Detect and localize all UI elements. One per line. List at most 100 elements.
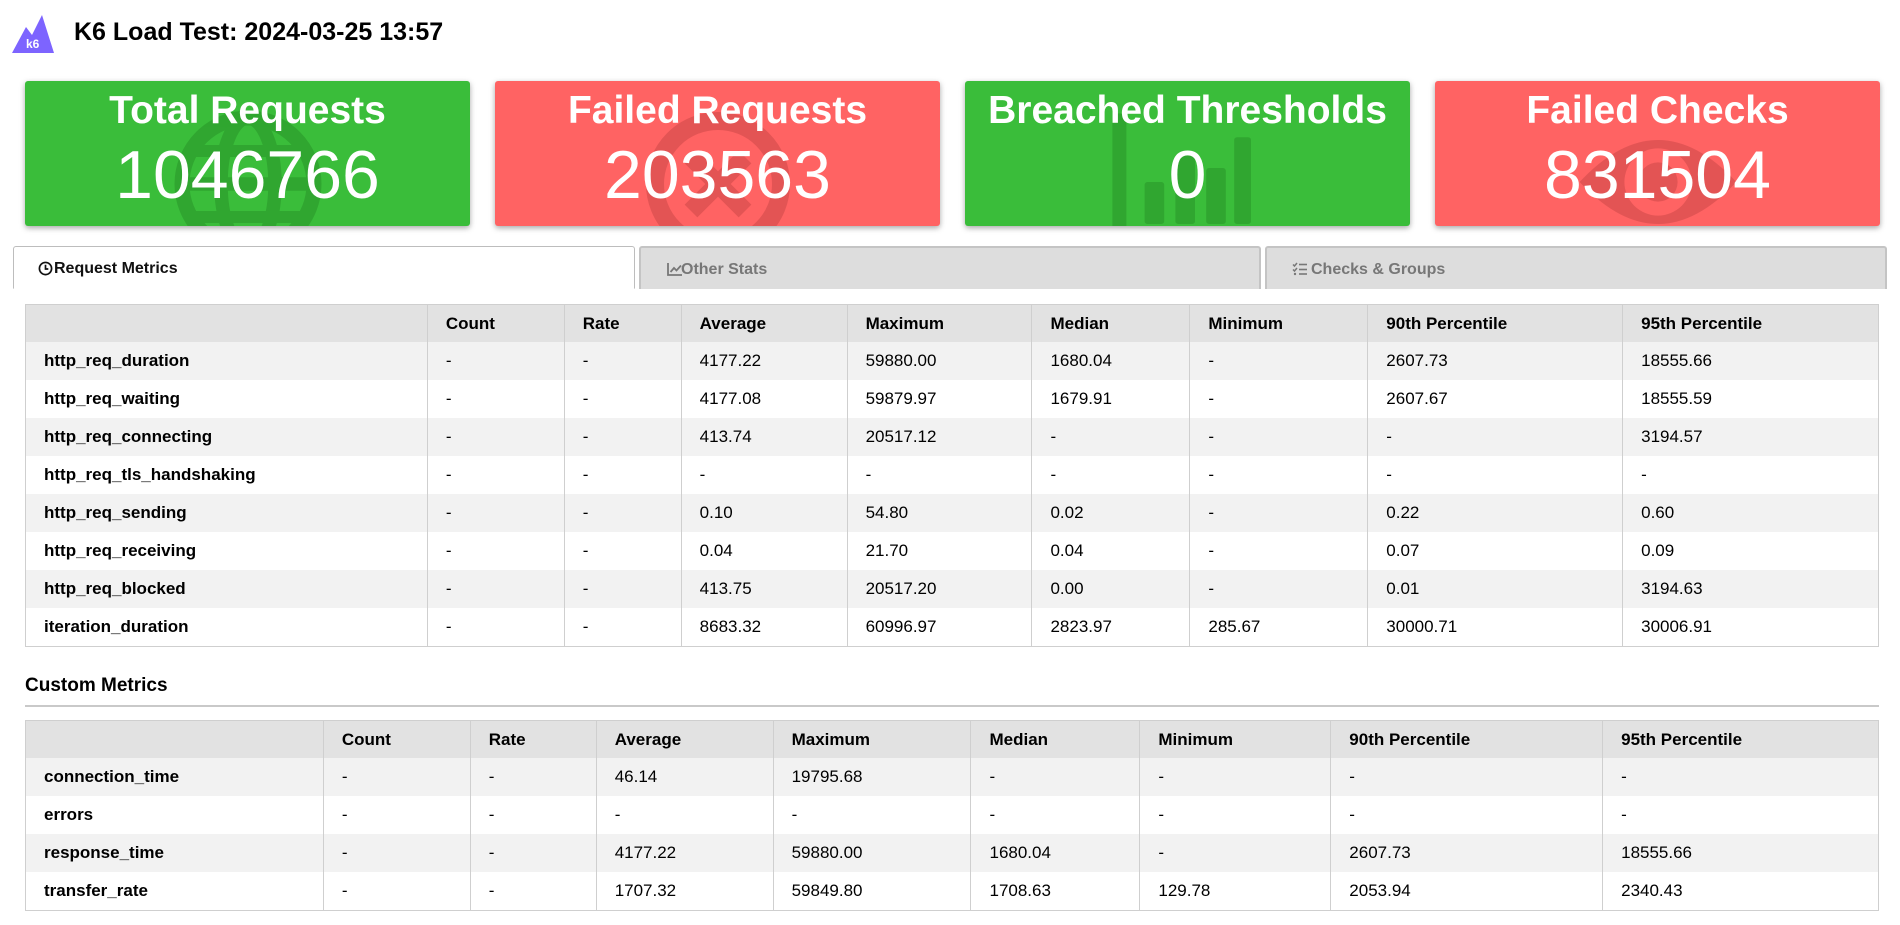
table-cell: 3194.63 [1622,570,1879,608]
table-cell: 1680.04 [1031,342,1190,380]
table-row: iteration_duration - - 8683.32 60996.97 … [25,608,1879,647]
table-cell: - [563,570,682,608]
table-cell: 1708.63 [970,872,1140,911]
table-cell: - [563,494,682,532]
table-cell: 54.80 [846,494,1032,532]
card-value: 831504 [1544,137,1771,213]
tab-request-metrics[interactable]: Request Metrics [13,246,635,289]
table-row: http_req_waiting - - 4177.08 59879.97 16… [25,380,1879,418]
custom-metrics-heading: Custom Metrics [25,674,1879,707]
table-cell: - [469,872,597,911]
table-cell: - [1139,758,1331,796]
table-cell: 4177.22 [680,342,848,380]
table-cell: 2607.67 [1367,380,1623,418]
table-cell: 21.70 [846,532,1032,570]
table-cell: 0.02 [1031,494,1190,532]
table-cell: - [970,758,1140,796]
table-cell: 4177.08 [680,380,848,418]
table-cell: - [1367,456,1623,494]
table-cell: - [1622,456,1879,494]
table-row: http_req_sending - - 0.10 54.80 0.02 - 0… [25,494,1879,532]
table-cell: 413.74 [680,418,848,456]
table-cell: - [563,418,682,456]
table-header-row: Count Rate Average Maximum Median Minimu… [25,304,1879,342]
table-cell: - [322,758,471,796]
metric-name: http_req_blocked [25,570,428,608]
column-header: Minimum [1189,304,1368,342]
card-failed-checks: Failed Checks 831504 [1435,81,1880,226]
table-cell: 0.09 [1622,532,1879,570]
table-cell: 129.78 [1139,872,1331,911]
table-cell: - [426,570,565,608]
table-cell: - [563,380,682,418]
table-cell: - [1031,418,1190,456]
clock-icon [38,261,53,276]
table-cell: - [426,456,565,494]
table-cell: - [1189,532,1368,570]
table-row: transfer_rate - - 1707.32 59849.80 1708.… [25,872,1879,911]
column-header: Maximum [772,720,971,758]
table-cell: - [1189,456,1368,494]
tab-other-stats[interactable]: Other Stats [639,246,1261,289]
metric-name: http_req_duration [25,342,428,380]
tab-checks-groups[interactable]: Checks & Groups [1265,246,1887,289]
table-cell: 59880.00 [846,342,1032,380]
column-header: Median [970,720,1140,758]
table-cell: - [322,796,471,834]
table-cell: 60996.97 [846,608,1032,647]
card-value: 203563 [604,137,831,213]
column-header: 95th Percentile [1602,720,1879,758]
tab-label: Other Stats [681,261,768,278]
table-cell: 19795.68 [772,758,971,796]
table-cell: 0.10 [680,494,848,532]
table-cell: - [772,796,971,834]
line-chart-icon [667,263,682,276]
card-value: 0 [1168,137,1207,213]
tasks-icon [1292,262,1307,276]
table-row: http_req_receiving - - 0.04 21.70 0.04 -… [25,532,1879,570]
table-cell: - [595,796,774,834]
page-header: k6 K6 Load Test: 2024-03-25 13:57 [0,0,1900,66]
table-cell: - [563,342,682,380]
table-cell: - [426,494,565,532]
table-cell: 18555.59 [1622,380,1879,418]
table-cell: - [1602,758,1879,796]
metric-name: http_req_receiving [25,532,428,570]
metric-name: http_req_waiting [25,380,428,418]
table-cell: 30000.71 [1367,608,1623,647]
request-metrics-table: Count Rate Average Maximum Median Minimu… [25,304,1879,647]
table-cell: - [426,342,565,380]
metric-name: http_req_sending [25,494,428,532]
table-cell: 59849.80 [772,872,971,911]
table-cell: 59880.00 [772,834,971,872]
table-row: errors - - - - - - - - [25,796,1879,834]
column-header: Rate [469,720,597,758]
column-header: Average [595,720,774,758]
table-cell: - [1602,796,1879,834]
metric-name: iteration_duration [25,608,428,647]
page-title: K6 Load Test: 2024-03-25 13:57 [74,18,444,46]
card-title: Breached Thresholds [988,89,1387,132]
table-cell: - [563,608,682,647]
table-cell: - [426,532,565,570]
table-row: response_time - - 4177.22 59880.00 1680.… [25,834,1879,872]
table-cell: 18555.66 [1602,834,1879,872]
table-row: http_req_connecting - - 413.74 20517.12 … [25,418,1879,456]
table-cell: - [680,456,848,494]
card-title: Failed Checks [1526,89,1789,132]
table-cell: - [1189,494,1368,532]
metric-name: errors [25,796,324,834]
tab-label: Checks & Groups [1311,261,1446,278]
k6-logo: k6 [12,15,54,53]
metric-name: connection_time [25,758,324,796]
column-header: Median [1031,304,1190,342]
column-header: Count [322,720,471,758]
column-header: 90th Percentile [1367,304,1623,342]
custom-metrics-table-wrap: Count Rate Average Maximum Median Minimu… [25,720,1879,911]
column-header: Rate [563,304,682,342]
table-cell: 413.75 [680,570,848,608]
custom-metrics-table: Count Rate Average Maximum Median Minimu… [25,720,1879,911]
column-header: Minimum [1139,720,1331,758]
metric-name: transfer_rate [25,872,324,911]
summary-cards: Total Requests 1046766 Failed Requests 2… [25,81,1880,226]
